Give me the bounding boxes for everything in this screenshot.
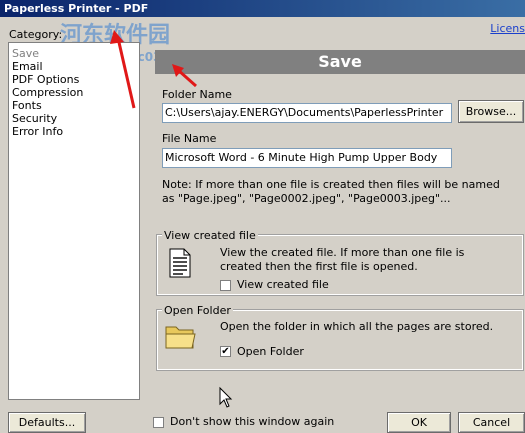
annotation-arrow-1-head <box>110 30 124 44</box>
annotation-arrow-2-line <box>177 68 197 88</box>
annotation-overlay <box>110 30 233 408</box>
mouse-cursor-icon <box>219 386 233 408</box>
annotation-arrow-1-line <box>116 37 136 109</box>
